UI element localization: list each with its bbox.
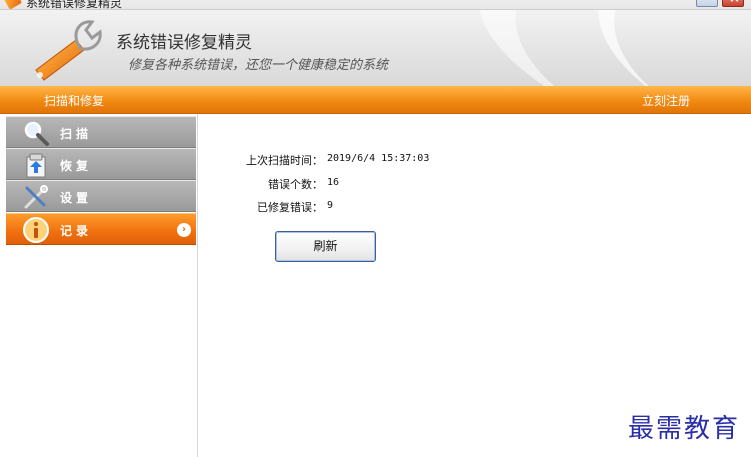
tools-icon bbox=[24, 185, 48, 209]
window-titlebar: 系统错误修复精灵 bbox=[0, 0, 751, 10]
minimize-button[interactable] bbox=[696, 0, 718, 7]
sidebar-item-label: 恢复 bbox=[60, 159, 93, 173]
error-count-value: 16 bbox=[327, 177, 340, 188]
sidebar-item-label: 记录 bbox=[60, 224, 93, 238]
sidebar-item-settings[interactable]: 设置 bbox=[6, 180, 196, 212]
sidebar-item-restore[interactable]: 恢复 bbox=[6, 148, 196, 180]
app-name-heading: 系统错误修复精灵 bbox=[116, 33, 252, 53]
register-now-link[interactable]: 立刻注册 bbox=[642, 92, 690, 109]
last-scan-label: 上次扫描时间： bbox=[246, 154, 323, 167]
sidebar-item-label: 设置 bbox=[60, 191, 93, 205]
sidebar: 扫描 恢复 设置 记录 › bbox=[0, 114, 198, 457]
chevron-right-icon: › bbox=[177, 223, 191, 237]
sidebar-item-records[interactable]: 记录 › bbox=[6, 213, 196, 245]
error-count-label: 错误个数： bbox=[268, 178, 323, 191]
error-count-row: 错误个数： 16 bbox=[199, 176, 339, 192]
sidebar-item-label: 扫描 bbox=[60, 127, 93, 141]
orange-menubar: 扫描和修复 立刻注册 bbox=[0, 86, 751, 114]
info-icon bbox=[23, 217, 49, 243]
watermark-text: 最需教育 bbox=[628, 414, 741, 444]
sidebar-item-scan[interactable]: 扫描 bbox=[6, 116, 196, 148]
last-scan-row: 上次扫描时间： 2019/6/4 15:37:03 bbox=[199, 152, 429, 168]
scan-repair-section-label: 扫描和修复 bbox=[44, 94, 105, 108]
wrench-logo-icon bbox=[35, 20, 102, 81]
magnifier-icon bbox=[24, 121, 49, 146]
app-slogan: 修复各种系统错误，还您一个健康稳定的系统 bbox=[128, 58, 389, 73]
header-banner: 系统错误修复精灵 修复各种系统错误，还您一个健康稳定的系统 bbox=[0, 10, 751, 86]
fixed-count-value: 9 bbox=[327, 200, 334, 211]
last-scan-value: 2019/6/4 15:37:03 bbox=[327, 153, 430, 164]
refresh-button[interactable]: 刷新 bbox=[275, 231, 376, 262]
fixed-count-label: 已修复错误： bbox=[257, 201, 323, 214]
fixed-count-row: 已修复错误： 9 bbox=[199, 199, 333, 215]
restore-icon bbox=[26, 153, 46, 178]
close-button[interactable] bbox=[722, 0, 744, 7]
main-content: 上次扫描时间： 2019/6/4 15:37:03 错误个数： 16 已修复错误… bbox=[199, 114, 751, 457]
app-wrench-icon bbox=[3, 0, 23, 10]
